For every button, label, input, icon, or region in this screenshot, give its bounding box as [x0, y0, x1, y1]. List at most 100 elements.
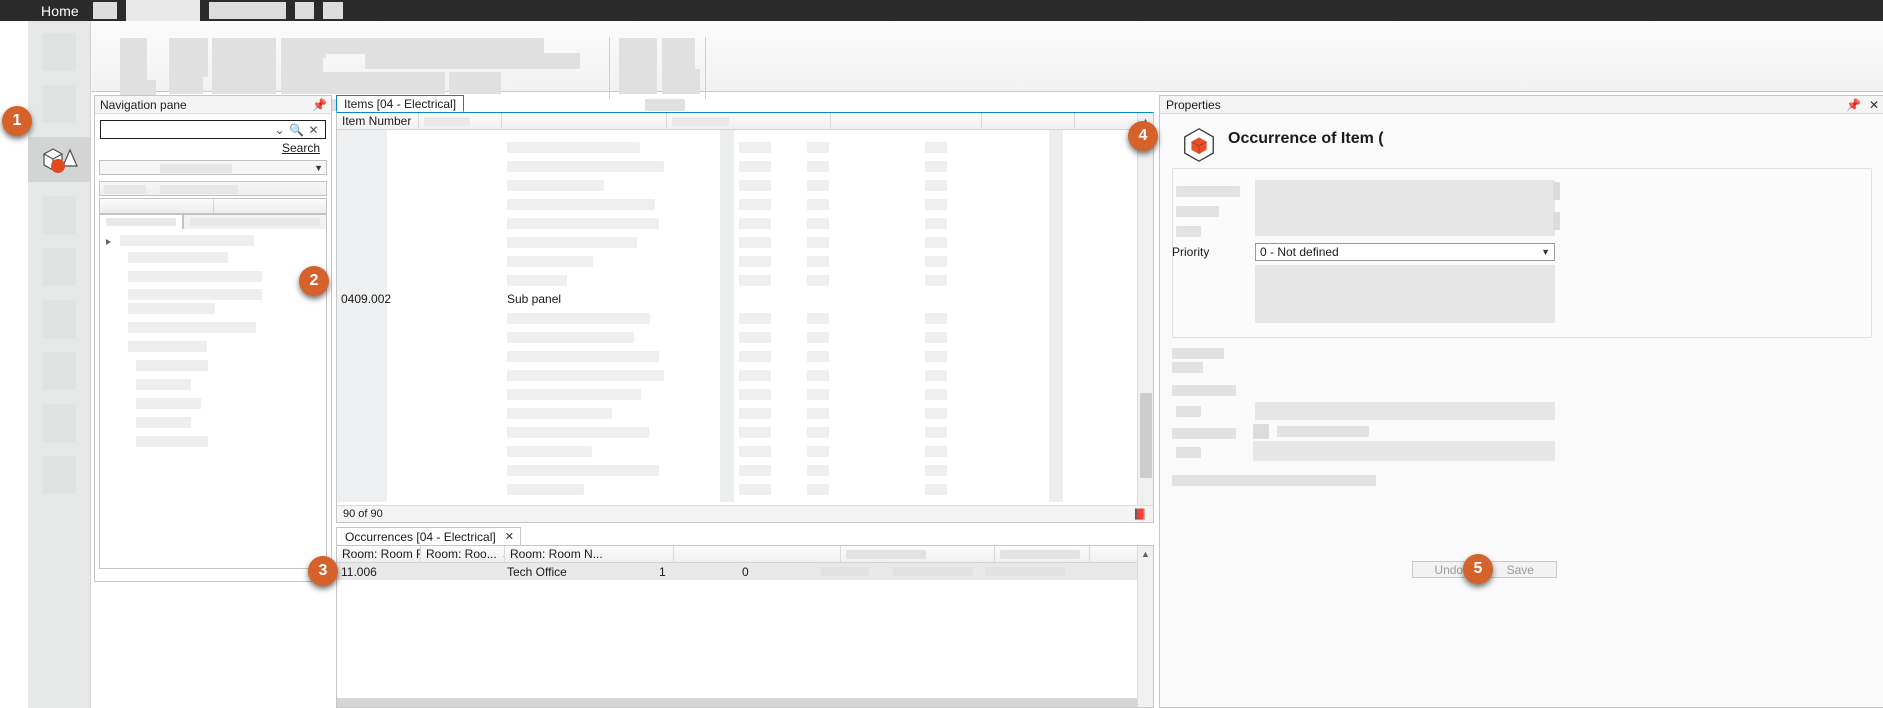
occurrences-vertical-scrollbar[interactable]: ▲ — [1137, 546, 1153, 707]
occurrences-horizontal-scrollbar[interactable] — [337, 698, 1139, 707]
column-header[interactable] — [841, 546, 995, 562]
ribbon-block[interactable] — [662, 69, 700, 94]
nav-tab-active[interactable] — [99, 214, 183, 229]
column-header-room-name[interactable]: Room: Room N... — [505, 546, 674, 562]
column-header[interactable] — [982, 113, 1075, 129]
chevron-down-icon[interactable]: ▼ — [314, 163, 323, 173]
rail-item-shapes[interactable] — [28, 137, 91, 182]
ribbon-tab-home[interactable]: Home — [41, 3, 79, 19]
callout-badge-2: 2 — [299, 266, 329, 296]
field-checkbox[interactable] — [1253, 424, 1269, 439]
icon-rail — [28, 21, 91, 708]
cell-chip — [807, 332, 829, 343]
tree-item[interactable] — [136, 436, 208, 447]
column-header[interactable] — [502, 113, 668, 129]
cell-item-number[interactable]: 0409.002 — [341, 292, 391, 306]
save-button[interactable]: Save — [1485, 562, 1557, 577]
ribbon-tab-4[interactable] — [294, 2, 314, 19]
occurrences-panel: Occurrences [04 - Electrical] ✕ Room: Ro… — [336, 527, 1154, 708]
book-icon[interactable]: 📕 — [1133, 508, 1147, 521]
ribbon-block[interactable] — [125, 80, 156, 96]
rail-slot[interactable] — [42, 456, 76, 494]
tree-item[interactable] — [136, 398, 201, 409]
combo-placeholder — [160, 164, 232, 173]
scrollbar-thumb[interactable] — [1140, 393, 1152, 478]
column-header-room-function[interactable]: Room: Room Fu... — [337, 546, 421, 562]
cell-description[interactable]: Sub panel — [507, 292, 561, 306]
chevron-down-icon[interactable]: ▼ — [1541, 247, 1550, 257]
ribbon-block[interactable] — [169, 72, 203, 94]
clear-icon[interactable]: ✕ — [305, 123, 322, 137]
table-row[interactable]: 11.006 Tech Office 1 0 — [337, 563, 1153, 580]
tree-item[interactable] — [120, 235, 254, 246]
search-input[interactable] — [104, 121, 271, 138]
ribbon-tab-2[interactable] — [125, 0, 200, 21]
ribbon-block[interactable] — [449, 72, 501, 94]
column-header-room-number[interactable]: Room: Roo... — [421, 546, 505, 562]
tree-item[interactable] — [136, 379, 191, 390]
tree-item[interactable] — [128, 341, 207, 352]
rail-slot[interactable] — [42, 248, 76, 286]
items-record-count: 90 of 90 — [343, 508, 383, 520]
field-value-placeholder[interactable] — [1255, 265, 1555, 323]
tree-item[interactable] — [128, 271, 262, 282]
nav-column[interactable] — [100, 199, 214, 213]
tree-item[interactable] — [128, 252, 228, 263]
navigation-toolbar[interactable] — [99, 181, 327, 196]
tree-item[interactable] — [128, 289, 262, 300]
close-icon[interactable]: ✕ — [505, 530, 514, 543]
items-grid-body[interactable]: 0409.002 Sub panel — [337, 130, 1153, 502]
column-header-item-number[interactable]: Item Number — [337, 113, 420, 129]
field-value-placeholder[interactable] — [1255, 402, 1555, 420]
pin-icon[interactable]: 📌 — [1846, 99, 1861, 111]
navigation-tree[interactable] — [99, 229, 327, 569]
expand-triangle-icon[interactable] — [106, 239, 111, 245]
tree-item[interactable] — [128, 303, 215, 314]
column-header[interactable] — [667, 113, 831, 129]
rail-slot[interactable] — [42, 85, 76, 123]
tab-items-electrical[interactable]: Items [04 - Electrical] — [336, 95, 465, 112]
ribbon-block[interactable] — [449, 53, 526, 69]
field-value-placeholder[interactable] — [1277, 426, 1369, 437]
column-header[interactable] — [674, 546, 841, 562]
ribbon-tab-3[interactable] — [208, 2, 286, 19]
rail-slot[interactable] — [42, 352, 76, 390]
ribbon-block[interactable] — [316, 38, 544, 54]
pin-icon[interactable]: 📌 — [312, 99, 327, 111]
rail-slot[interactable] — [42, 300, 76, 338]
field-value-placeholder[interactable] — [1255, 180, 1555, 236]
nav-column[interactable] — [214, 199, 327, 213]
column-header[interactable] — [995, 546, 1090, 562]
ribbon-tab-5[interactable] — [322, 2, 343, 19]
tab-occurrences-electrical[interactable]: Occurrences [04 - Electrical] ✕ — [336, 527, 521, 545]
rail-slot[interactable] — [42, 404, 76, 442]
field-spinner[interactable] — [1553, 182, 1560, 200]
items-vertical-scrollbar[interactable]: ▲ ▼ — [1137, 113, 1153, 522]
tree-item[interactable] — [136, 417, 191, 428]
chevron-down-icon[interactable]: ⌄ — [271, 123, 288, 137]
search-box[interactable]: ⌄ 🔍 ✕ — [100, 120, 326, 139]
column-header[interactable] — [831, 113, 982, 129]
tree-item[interactable] — [136, 360, 208, 371]
cell-chip — [807, 313, 829, 324]
title-bar: Home — [0, 0, 1883, 21]
navigation-filter-combo[interactable]: ▼ — [99, 160, 327, 175]
ribbon-tab-1[interactable] — [92, 2, 117, 19]
priority-select[interactable]: 0 - Not defined ▼ — [1255, 243, 1555, 261]
rail-slot[interactable] — [42, 33, 76, 71]
ribbon-block[interactable] — [212, 72, 276, 94]
tree-item[interactable] — [128, 322, 256, 333]
ribbon-block[interactable] — [281, 72, 445, 94]
field-value-placeholder[interactable] — [1253, 441, 1555, 461]
ribbon-block[interactable] — [619, 38, 657, 94]
search-icon[interactable]: 🔍 — [288, 123, 305, 137]
nav-tab-inactive[interactable] — [182, 214, 327, 229]
rail-slot[interactable] — [42, 196, 76, 234]
close-icon[interactable]: ✕ — [1869, 99, 1879, 111]
field-spinner[interactable] — [1553, 212, 1560, 230]
cell-chip — [739, 446, 771, 457]
chevron-up-icon[interactable]: ▲ — [1138, 546, 1153, 562]
navigation-column-header[interactable] — [99, 198, 327, 214]
column-header[interactable] — [419, 113, 502, 129]
search-link[interactable]: Search — [100, 139, 326, 155]
